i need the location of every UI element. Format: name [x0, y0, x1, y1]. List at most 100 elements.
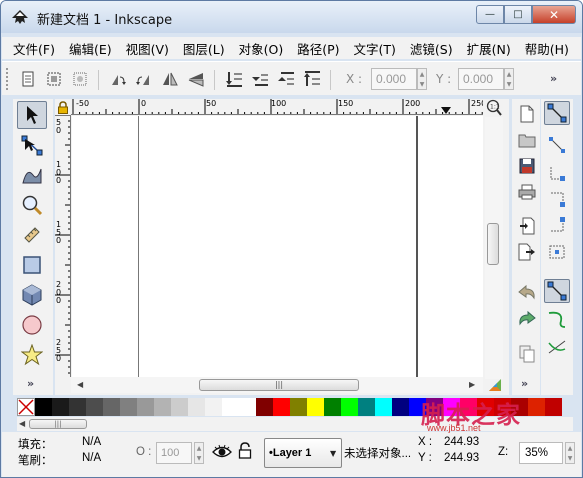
snap-intersections-button[interactable] — [544, 335, 570, 359]
snap-bbox-button[interactable] — [544, 133, 570, 157]
menu-filters[interactable]: 滤镜(S) — [403, 39, 460, 58]
save-button[interactable] — [516, 155, 538, 177]
color-swatch[interactable] — [375, 398, 392, 416]
node-tool-button[interactable] — [17, 131, 47, 159]
lower-icon[interactable] — [250, 69, 270, 89]
flip-horizontal-icon[interactable] — [160, 69, 180, 89]
color-swatch[interactable] — [222, 398, 239, 416]
raise-to-top-icon[interactable] — [302, 69, 322, 89]
color-swatch[interactable] — [171, 398, 188, 416]
menu-help[interactable]: 帮助(H) — [518, 39, 576, 58]
maximize-button[interactable]: □ — [504, 5, 532, 24]
commands-overflow-button[interactable]: » — [521, 377, 528, 390]
opacity-input[interactable] — [156, 442, 192, 464]
color-swatch[interactable] — [443, 398, 460, 416]
raise-icon[interactable] — [276, 69, 296, 89]
snap-nodes-button[interactable] — [544, 279, 570, 303]
select-all-layers-icon[interactable] — [44, 69, 64, 89]
measure-tool-button[interactable] — [17, 221, 47, 249]
snap-bbox-center-button[interactable] — [544, 239, 570, 263]
color-swatch[interactable] — [188, 398, 205, 416]
palette-scroll-left-icon[interactable]: ◀ — [19, 419, 25, 428]
color-swatch[interactable] — [273, 398, 290, 416]
rotate-ccw-icon[interactable] — [108, 69, 128, 89]
ellipse-tool-button[interactable] — [17, 311, 47, 339]
close-button[interactable]: ✕ — [532, 5, 576, 24]
select-all-icon[interactable] — [18, 69, 38, 89]
zoom-input[interactable] — [519, 442, 563, 464]
no-paint-swatch[interactable] — [17, 398, 35, 416]
layer-visibility-toggle[interactable] — [212, 442, 232, 464]
menu-text[interactable]: 文字(T) — [347, 39, 403, 58]
export-button[interactable] — [516, 241, 538, 263]
menu-edit[interactable]: 编辑(E) — [62, 39, 119, 58]
snap-enable-button[interactable] — [544, 101, 570, 125]
flip-vertical-icon[interactable] — [186, 69, 206, 89]
open-button[interactable] — [516, 129, 538, 151]
color-swatch[interactable] — [460, 398, 477, 416]
rotate-cw-icon[interactable] — [134, 69, 154, 89]
color-swatch[interactable] — [392, 398, 409, 416]
x-coord-input[interactable] — [371, 68, 417, 90]
drawing-canvas[interactable] — [72, 116, 483, 377]
vertical-ruler[interactable]: 50 100 150 200 250 — [55, 115, 71, 377]
color-swatch[interactable] — [290, 398, 307, 416]
color-swatch[interactable] — [409, 398, 426, 416]
color-swatch[interactable] — [35, 398, 52, 416]
vertical-scrollbar[interactable] — [485, 117, 503, 379]
vertical-scroll-thumb[interactable] — [487, 223, 499, 265]
toolbar-handle[interactable] — [6, 68, 10, 90]
minimize-button[interactable]: — — [476, 5, 504, 24]
menu-view[interactable]: 视图(V) — [119, 39, 176, 58]
scroll-right-icon[interactable]: ▶ — [469, 380, 475, 389]
color-swatch[interactable] — [52, 398, 69, 416]
menu-object[interactable]: 对象(O) — [232, 39, 291, 58]
menu-file[interactable]: 文件(F) — [6, 39, 62, 58]
color-management-icon[interactable] — [487, 377, 503, 393]
import-button[interactable] — [516, 215, 538, 237]
color-swatch[interactable] — [528, 398, 545, 416]
snap-bbox-edges-button[interactable] — [544, 161, 570, 185]
color-swatch[interactable] — [477, 398, 494, 416]
3d-box-tool-button[interactable] — [17, 281, 47, 309]
toolbar-overflow-button[interactable]: » — [550, 72, 557, 85]
color-swatch[interactable] — [545, 398, 562, 416]
color-swatch[interactable] — [205, 398, 222, 416]
tweak-tool-button[interactable] — [17, 161, 47, 189]
new-document-button[interactable] — [516, 103, 538, 125]
color-swatch[interactable] — [103, 398, 120, 416]
rectangle-tool-button[interactable] — [17, 251, 47, 279]
print-button[interactable] — [516, 181, 538, 203]
horizontal-ruler[interactable]: -50 0 50 100 150 200 250 — [71, 99, 483, 115]
color-swatch[interactable] — [511, 398, 528, 416]
stroke-value[interactable]: N/A — [82, 452, 101, 464]
copy-button[interactable] — [516, 343, 538, 365]
color-swatch[interactable] — [494, 398, 511, 416]
color-swatch[interactable] — [120, 398, 137, 416]
palette-scroll-thumb[interactable]: ||| — [29, 419, 87, 429]
color-swatch[interactable] — [324, 398, 341, 416]
x-coord-stepper[interactable]: ▲ ▼ — [417, 68, 427, 90]
horizontal-scroll-thumb[interactable]: ||| — [199, 379, 359, 391]
color-swatch[interactable] — [307, 398, 324, 416]
menu-path[interactable]: 路径(P) — [290, 39, 346, 58]
y-coord-stepper[interactable]: ▲ ▼ — [504, 68, 514, 90]
layer-lock-toggle[interactable] — [238, 442, 256, 464]
toolbox-overflow-button[interactable]: » — [27, 377, 34, 390]
color-swatch[interactable] — [426, 398, 443, 416]
fill-value[interactable]: N/A — [82, 436, 101, 448]
snap-bbox-midpoints-button[interactable] — [544, 213, 570, 237]
menu-layer[interactable]: 图层(L) — [176, 39, 232, 58]
horizontal-scrollbar[interactable]: ◀ ||| ▶ — [71, 377, 483, 393]
color-swatch[interactable] — [341, 398, 358, 416]
undo-button[interactable] — [516, 281, 538, 303]
deselect-icon[interactable] — [70, 69, 90, 89]
palette-scrollbar[interactable]: ◀ ||| — [17, 417, 573, 431]
color-swatch[interactable] — [358, 398, 375, 416]
color-swatch[interactable] — [137, 398, 154, 416]
color-swatch[interactable] — [154, 398, 171, 416]
guide-lock-button[interactable] — [55, 99, 71, 115]
scroll-left-icon[interactable]: ◀ — [77, 380, 83, 389]
lower-to-bottom-icon[interactable] — [224, 69, 244, 89]
zoom-tool-button[interactable] — [17, 191, 47, 219]
